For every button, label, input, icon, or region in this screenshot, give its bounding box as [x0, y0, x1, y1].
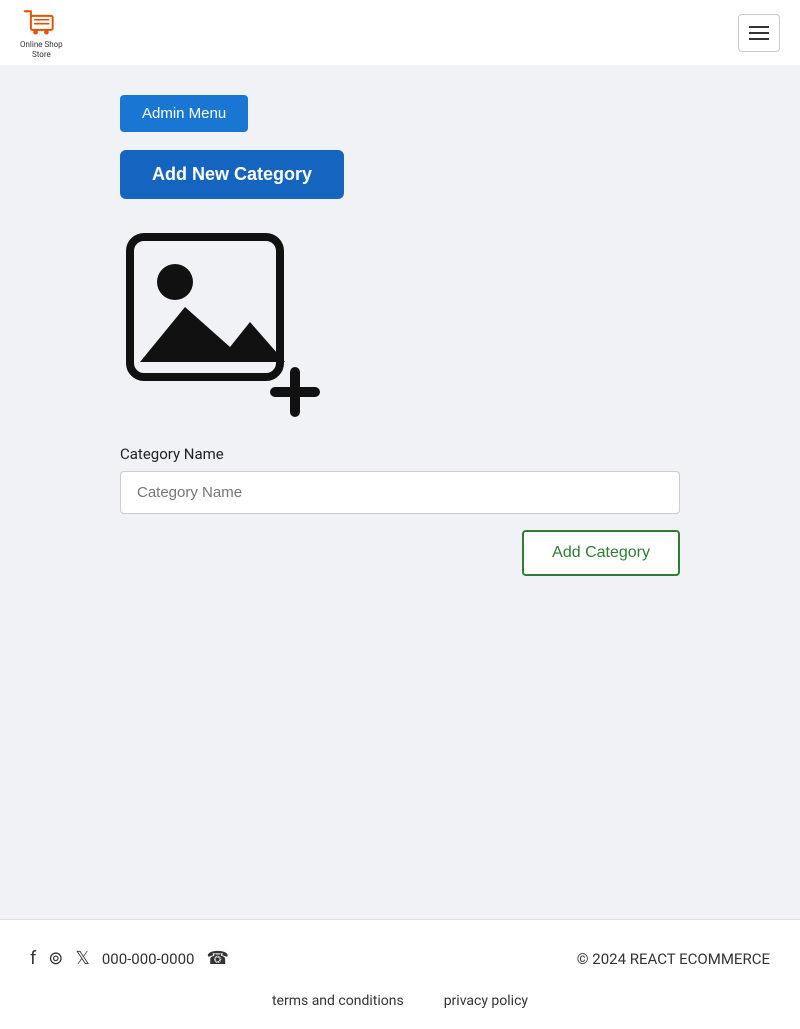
footer-links: terms and conditions privacy policy [30, 993, 770, 1009]
instagram-icon[interactable]: ⊚ [48, 948, 63, 969]
main-content: Admin Menu Add New Category Category Nam… [0, 65, 800, 919]
category-name-label: Category Name [120, 445, 680, 463]
footer-social: f ⊚ 𝕏 000-000-0000 ☎ [30, 948, 229, 969]
category-name-group: Category Name [120, 445, 680, 514]
hamburger-button[interactable] [738, 14, 780, 52]
privacy-link[interactable]: privacy policy [444, 993, 528, 1009]
hamburger-line-1 [749, 26, 769, 28]
terms-link[interactable]: terms and conditions [272, 993, 404, 1009]
cart-icon [21, 5, 61, 40]
image-upload-icon [120, 227, 320, 417]
site-header: Online Shop Store [0, 0, 800, 65]
facebook-icon[interactable]: f [30, 948, 36, 969]
logo-text: Online Shop Store [20, 40, 63, 59]
hamburger-line-2 [749, 32, 769, 34]
footer-top: f ⊚ 𝕏 000-000-0000 ☎ © 2024 REACT ECOMME… [30, 948, 770, 969]
phone-number: 000-000-0000 [102, 950, 195, 968]
twitter-icon[interactable]: 𝕏 [75, 948, 90, 969]
footer-copyright: © 2024 REACT ECOMMERCE [577, 950, 770, 968]
hamburger-line-3 [749, 38, 769, 40]
logo[interactable]: Online Shop Store [20, 5, 63, 59]
phone-icon: ☎ [206, 948, 228, 969]
category-name-input[interactable] [120, 471, 680, 514]
site-footer: f ⊚ 𝕏 000-000-0000 ☎ © 2024 REACT ECOMME… [0, 919, 800, 1029]
admin-menu-button[interactable]: Admin Menu [120, 95, 248, 132]
image-upload-area[interactable] [120, 227, 320, 417]
add-category-button[interactable]: Add Category [522, 530, 680, 576]
add-new-category-button[interactable]: Add New Category [120, 150, 344, 199]
